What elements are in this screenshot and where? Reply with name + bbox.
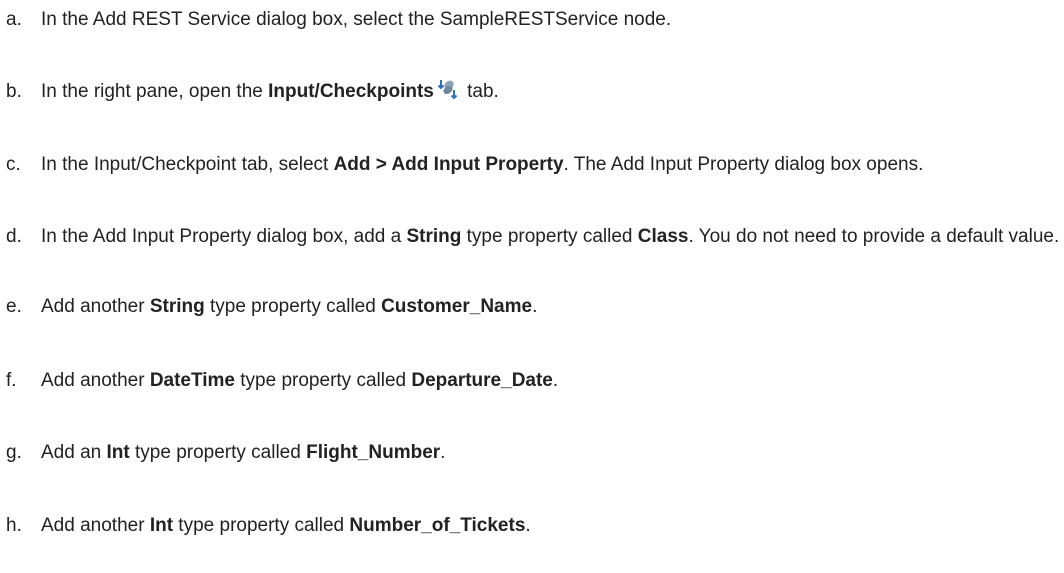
step-text: In the Add REST Service dialog box, sele…	[41, 5, 1064, 34]
step-text: Add an Int type property called Flight_N…	[41, 438, 1064, 467]
step-text: In the right pane, open the Input/Checkp…	[41, 77, 1064, 106]
step-keyword: Int	[106, 442, 130, 463]
step-text: In the Input/Checkpoint tab, select Add …	[41, 150, 1064, 179]
step-fragment: tab.	[461, 81, 499, 102]
step-fragment: In the Add REST Service dialog box, sele…	[41, 9, 672, 30]
step-fragment: In the Add Input Property dialog box, ad…	[41, 226, 407, 247]
step-fragment: type property called	[204, 296, 382, 317]
step-keyword: Add > Add Input Property	[333, 154, 564, 175]
step-text: In the Add Input Property dialog box, ad…	[41, 222, 1064, 251]
step-fragment: type property called	[461, 226, 638, 247]
step-keyword: String	[149, 296, 205, 317]
step-fragment: Add another	[41, 515, 150, 536]
step-fragment: Add an	[41, 442, 107, 463]
step-fragment: Add another	[41, 370, 150, 391]
step-keyword: Class	[637, 226, 689, 247]
step-fragment: .	[525, 515, 531, 536]
step-marker: f.	[6, 370, 17, 391]
step-text: Add another String type property called …	[41, 292, 1064, 321]
step-text: Add another Int type property called Num…	[41, 511, 1064, 540]
step-marker: a.	[6, 9, 22, 30]
step-keyword: Input/Checkpoints	[268, 81, 434, 102]
step-marker: c.	[6, 154, 21, 175]
step-marker: e.	[6, 296, 22, 317]
step-fragment: .	[440, 442, 446, 463]
step-marker: h.	[6, 515, 22, 536]
step-fragment: type property called	[173, 515, 350, 536]
step-keyword: String	[406, 226, 462, 247]
step-marker: g.	[6, 442, 22, 463]
step-fragment: .	[552, 370, 559, 391]
input-checkpoints-icon	[436, 77, 460, 101]
step-keyword: Int	[149, 515, 174, 536]
step-keyword: Departure_Date	[411, 370, 553, 391]
step-fragment: type property called	[235, 370, 412, 391]
step-fragment: . The Add Input Property dialog box open…	[563, 154, 924, 175]
step-marker: d.	[6, 226, 22, 247]
step-keyword: Number_of_Tickets	[349, 515, 526, 536]
step-keyword: Flight_Number	[306, 442, 441, 463]
step-fragment: .	[532, 296, 538, 317]
step-fragment: In the right pane, open the	[41, 81, 269, 102]
step-text: Add another DateTime type property calle…	[41, 366, 1064, 395]
step-fragment: In the Input/Checkpoint tab, select	[41, 154, 334, 175]
step-fragment: type property called	[129, 442, 307, 463]
step-fragment: Add another	[41, 296, 150, 317]
step-fragment: . You do not need to provide a default v…	[688, 226, 1060, 247]
step-marker: b.	[6, 81, 22, 102]
step-keyword: DateTime	[149, 370, 235, 391]
step-keyword: Customer_Name	[381, 296, 533, 317]
